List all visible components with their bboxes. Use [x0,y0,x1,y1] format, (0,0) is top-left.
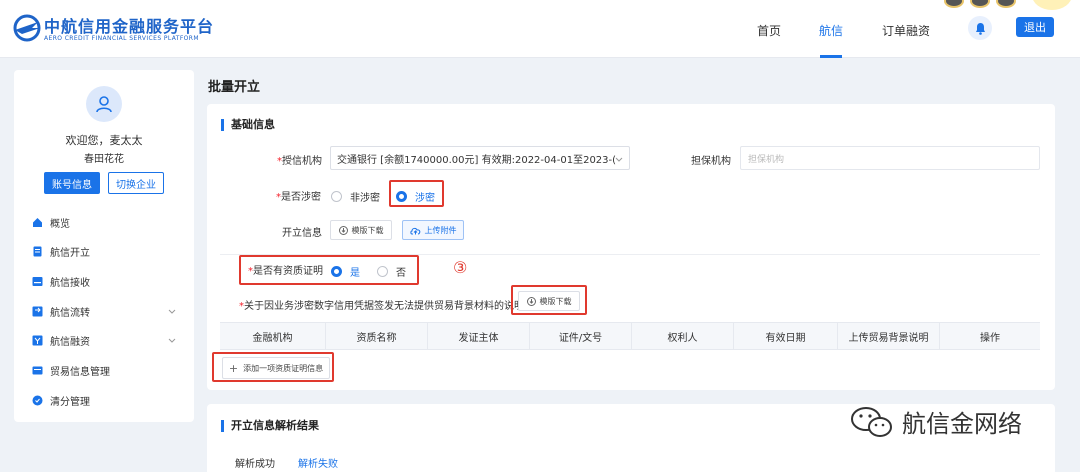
radio-non-secret[interactable]: 非涉密 [331,189,380,204]
radio-label: 非涉密 [350,193,380,204]
watermark: 航信金网络 [850,404,1022,439]
document-icon [32,246,43,257]
welcome-text: 欢迎您，麦太太 [65,134,143,147]
nav-active-indicator [820,55,842,58]
radio-circle [331,191,342,202]
tab-parse-failed[interactable]: 解析失败 [298,455,338,470]
home-icon [32,217,43,228]
guarantee-org-input[interactable]: 担保机构 [740,146,1040,170]
inbox-icon [32,276,43,287]
sidebar: 欢迎您，麦太太 春田花花 账号信息 切换企业 概览 航信开立 航信接收 航信流转… [14,70,194,422]
section-title-basic: 基础信息 [221,119,275,131]
chevron-down-icon [615,155,623,166]
sidebar-item-financing[interactable]: 航信融资 [32,330,192,350]
decoration-icon [944,0,964,8]
guarantee-org-label: 担保机构 [691,156,731,167]
trade-icon [32,365,43,376]
sidebar-item-open[interactable]: 航信开立 [32,241,192,261]
sidebar-item-label: 航信接收 [50,277,90,289]
credit-org-value: 交通银行 [余额1740000.00元] 有效期:2022-04-01至2023… [337,154,617,166]
nav-hangxin[interactable]: 航信 [819,22,843,39]
avatar [86,86,122,122]
transfer-icon [32,306,43,317]
watermark-text: 航信金网络 [902,410,1022,438]
wechat-icon [851,406,892,437]
top-header: 中航信用金融服务平台 AERO CREDIT FINANCIAL SERVICE… [0,0,1080,58]
sidebar-item-overview[interactable]: 概览 [32,212,192,232]
open-info-label: 开立信息 [282,228,322,239]
column-header: 上传贸易背景说明 [838,323,940,349]
sidebar-item-label: 贸易信息管理 [50,366,110,378]
sidebar-item-transfer[interactable]: 航信流转 [32,301,192,321]
highlight-box [212,352,334,382]
decoration-sun-icon [1032,0,1072,10]
account-info-button[interactable]: 账号信息 [44,172,100,194]
highlight-box [511,285,587,315]
decoration-icon [996,0,1016,8]
column-header: 金融机构 [220,323,326,349]
tab-parse-success[interactable]: 解析成功 [235,455,275,470]
download-icon [338,225,348,235]
credit-org-label: *授信机构 [277,156,322,167]
highlight-box [389,180,444,207]
column-header: 证件/文号 [530,323,632,349]
sidebar-item-receive[interactable]: 航信接收 [32,271,192,291]
logo-title: 中航信用金融服务平台 [44,17,215,36]
sidebar-item-label: 航信开立 [50,247,90,259]
logo-icon [12,14,42,42]
sidebar-item-label: 概览 [50,218,70,230]
nav-order-financing[interactable]: 订单融资 [882,22,930,39]
notification-bell-icon[interactable] [968,16,992,40]
sidebar-item-label: 航信流转 [50,307,90,319]
explanation-label: *关于因业务涉密数字信用凭据签发无法提供贸易背景材料的说明 [239,301,524,312]
sidebar-item-label: 清分管理 [50,396,90,408]
page-title: 批量开立 [208,80,261,95]
step-marker: ③ [453,258,468,277]
column-header: 权利人 [632,323,734,349]
sidebar-item-label: 航信融资 [50,336,90,348]
column-header: 发证主体 [428,323,530,349]
qualification-table-header: 金融机构 资质名称 发证主体 证件/文号 权利人 有效日期 上传贸易背景说明 操… [220,322,1040,350]
switch-company-button[interactable]: 切换企业 [108,172,164,194]
finance-icon [32,335,43,346]
column-header: 资质名称 [326,323,428,349]
chevron-down-icon [168,307,176,318]
upload-attachment-button[interactable]: 上传附件 [402,220,464,240]
settle-icon [32,395,43,406]
secret-label: *是否涉密 [276,192,321,203]
logo-subtitle: AERO CREDIT FINANCIAL SERVICES PLATFORM [44,35,199,42]
column-header: 有效日期 [734,323,838,349]
sidebar-item-settle[interactable]: 清分管理 [32,390,192,410]
logout-button[interactable]: 退出 [1016,17,1054,37]
sidebar-item-trade[interactable]: 贸易信息管理 [32,360,192,380]
template-download-button[interactable]: 模版下载 [330,220,392,240]
chevron-down-icon [168,336,176,347]
column-header: 操作 [980,332,1000,344]
decoration-icon [970,0,990,8]
nav-home[interactable]: 首页 [757,22,781,39]
section-title-result: 开立信息解析结果 [221,420,319,432]
cloud-upload-icon [409,227,420,234]
highlight-box [239,255,419,285]
company-name: 春田花花 [84,154,124,165]
credit-org-select[interactable]: 交通银行 [余额1740000.00元] 有效期:2022-04-01至2023… [330,146,630,170]
